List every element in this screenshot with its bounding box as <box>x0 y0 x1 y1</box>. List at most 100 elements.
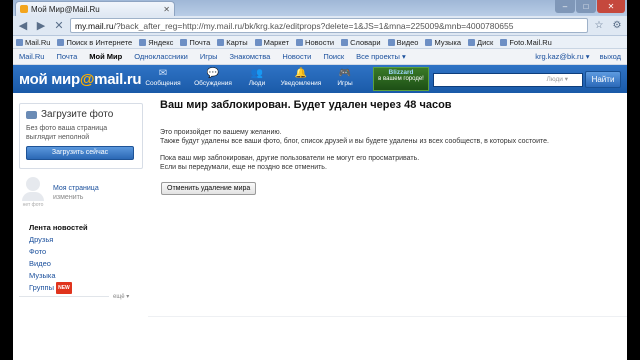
bookmark-icon <box>468 38 476 46</box>
bookmark[interactable]: Словари <box>341 38 381 47</box>
browser-toolbar: ◀ ▶ ✕ my.mail.ru/?back_after_reg=http://… <box>13 16 627 36</box>
portal-nav-item[interactable]: Поиск <box>323 52 344 61</box>
account-menu[interactable]: krg.kaz@bk.ru ▾ <box>535 52 589 61</box>
people-search-input[interactable]: Люди ▾ <box>433 73 583 87</box>
back-icon[interactable]: ◀ <box>16 19 30 33</box>
bookmark-icon <box>180 38 188 46</box>
tab-title: Мой Мир@Mail.Ru <box>31 4 100 14</box>
bookmark-icon <box>425 38 433 46</box>
bookmark[interactable]: Поиск в Интернете <box>57 38 132 47</box>
nav-people[interactable]: 👥 Люди <box>235 68 279 87</box>
bookmark[interactable]: Почта <box>180 38 210 47</box>
portal-nav-item[interactable]: Почта <box>56 52 77 61</box>
bookmark[interactable]: Mail.Ru <box>16 38 50 47</box>
upload-photo-title: Загрузите фото <box>41 109 114 120</box>
bookmark[interactable]: Видео <box>387 38 418 47</box>
upload-photo-desc: Без фото ваша страница выглядит неполной <box>26 125 108 141</box>
bookmark-icon <box>254 38 262 46</box>
minimize-icon[interactable]: – <box>555 0 575 13</box>
avatar[interactable]: нет фото <box>19 177 47 209</box>
main-content: Ваш мир заблокирован. Будет удален через… <box>148 93 627 360</box>
all-projects-dropdown[interactable]: Все проекты ▾ <box>356 52 406 61</box>
avatar-caption: нет фото <box>22 202 44 208</box>
address-bar[interactable]: my.mail.ru/?back_after_reg=http://my.mai… <box>70 18 588 33</box>
bookmark[interactable]: Яндекс <box>139 38 173 47</box>
favicon-icon <box>20 5 28 13</box>
new-badge: NEW <box>56 282 72 295</box>
sidebar-item-news-feed[interactable]: Лента новостей <box>29 222 88 234</box>
close-window-icon[interactable]: ✕ <box>597 0 625 13</box>
bookmark[interactable]: Маркет <box>254 38 289 47</box>
divider <box>148 316 627 317</box>
bookmark[interactable]: Карты <box>217 38 248 47</box>
info-line: Это произойдет по вашему желанию. <box>160 129 282 136</box>
forward-icon[interactable]: ▶ <box>34 19 48 33</box>
nav-messages[interactable]: ✉ Сообщения <box>141 68 185 87</box>
chat-icon: 💬 <box>206 68 220 79</box>
window-controls: – □ ✕ <box>555 0 625 13</box>
star-icon[interactable]: ☆ <box>592 20 606 31</box>
people-icon: 👥 <box>250 68 264 79</box>
camera-icon <box>26 110 37 119</box>
site-logo[interactable]: мой мир@mail.ru <box>19 71 142 88</box>
more-dropdown[interactable]: ещё ▾ <box>113 293 129 300</box>
info-line: Если вы передумали, еще не поздно все от… <box>160 164 327 171</box>
envelope-icon: ✉ <box>158 68 168 79</box>
bookmark[interactable]: Музыка <box>425 38 461 47</box>
sidebar-item-friends[interactable]: Друзья <box>29 234 88 246</box>
logout-link[interactable]: выход <box>600 52 621 61</box>
bookmark[interactable]: Диск <box>468 38 493 47</box>
url-host: my.mail.ru <box>75 20 114 31</box>
bell-icon: 🔔 <box>294 68 308 79</box>
bookmark-icon <box>217 38 225 46</box>
url-path: /?back_after_reg=http://my.mail.ru/bk/kr… <box>113 20 514 31</box>
bookmark[interactable]: Новости <box>296 38 334 47</box>
wrench-icon[interactable]: ⚙ <box>610 20 624 31</box>
stop-icon[interactable]: ✕ <box>52 19 66 33</box>
portal-nav-item[interactable]: Новости <box>282 52 311 61</box>
bookmark-icon <box>16 38 23 46</box>
cancel-deletion-button[interactable]: Отменить удаление мира <box>161 182 257 195</box>
sidebar-item-groups[interactable]: Группы NEW <box>29 282 88 295</box>
bookmark-icon <box>57 38 65 46</box>
maximize-icon[interactable]: □ <box>576 0 596 13</box>
info-line: Также будут удалены все ваши фото, блог,… <box>160 138 549 145</box>
sidebar-item-music[interactable]: Музыка <box>29 270 88 282</box>
info-line: Пока ваш мир заблокирован, другие пользо… <box>160 155 420 162</box>
browser-window: Мой Мир@Mail.Ru ✕ – □ ✕ ◀ ▶ ✕ my.mail.ru… <box>13 0 627 360</box>
portal-nav-item[interactable]: Одноклассники <box>134 52 188 61</box>
portal-nav: Mail.Ru Почта Мой Мир Одноклассники Игры… <box>13 49 627 65</box>
tab-strip: Мой Мир@Mail.Ru ✕ – □ ✕ <box>13 0 627 16</box>
bookmark-icon <box>139 38 147 46</box>
divider <box>19 296 109 297</box>
my-page-block: нет фото Моя страница изменить <box>19 177 99 209</box>
sidebar-item-video[interactable]: Видео <box>29 258 88 270</box>
nav-games[interactable]: 🎮 Игры <box>323 68 367 87</box>
sidebar-menu: Лента новостей Друзья Фото Видео Музыка … <box>29 222 88 295</box>
page-title: Ваш мир заблокирован. Будет удален через… <box>160 99 452 111</box>
portal-nav-item[interactable]: Знакомства <box>230 52 271 61</box>
portal-nav-item-active[interactable]: Мой Мир <box>89 52 122 61</box>
search-button[interactable]: Найти <box>585 71 621 88</box>
site-header: мой мир@mail.ru ✉ Сообщения 💬 Обсуждения 👥… <box>13 65 627 93</box>
gamepad-icon: 🎮 <box>338 68 352 79</box>
bookmark-icon <box>500 38 508 46</box>
upload-now-button[interactable]: Загрузить сейчас <box>26 146 134 160</box>
sidebar-item-photo[interactable]: Фото <box>29 246 88 258</box>
upload-photo-box: Загрузите фото Без фото ваша страница вы… <box>19 103 143 169</box>
bookmark-icon <box>296 38 304 46</box>
portal-nav-item[interactable]: Mail.Ru <box>19 52 44 61</box>
bookmark-icon <box>387 38 395 46</box>
left-sidebar: Загрузите фото Без фото ваша страница вы… <box>13 93 148 360</box>
bookmarks-bar: Mail.Ru Поиск в Интернете Яндекс Почта К… <box>13 36 627 49</box>
portal-nav-item[interactable]: Игры <box>200 52 218 61</box>
nav-notifications[interactable]: 🔔 Уведомления <box>279 68 323 87</box>
edit-link[interactable]: изменить <box>53 193 99 202</box>
close-tab-icon[interactable]: ✕ <box>163 5 170 14</box>
my-page-link[interactable]: Моя страница <box>53 184 99 193</box>
browser-tab[interactable]: Мой Мир@Mail.Ru ✕ <box>15 1 175 16</box>
bookmark-icon <box>341 38 349 46</box>
nav-discussions[interactable]: 💬 Обсуждения <box>191 68 235 87</box>
bookmark[interactable]: Foto.Mail.Ru <box>500 38 552 47</box>
blizzard-ad-banner[interactable]: Blizzard в вашем городе! <box>373 67 429 91</box>
